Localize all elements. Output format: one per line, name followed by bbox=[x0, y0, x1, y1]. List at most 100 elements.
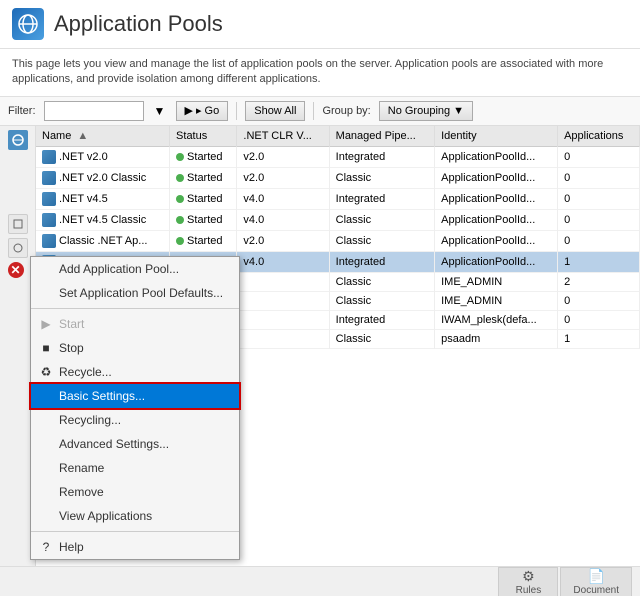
cell-pipeline: Classic bbox=[329, 291, 434, 310]
group-by-button[interactable]: No Grouping ▼ bbox=[379, 101, 473, 121]
group-by-dropdown-icon: ▼ bbox=[453, 105, 464, 117]
cell-clr bbox=[237, 329, 329, 348]
context-menu-item-set-defaults[interactable]: Set Application Pool Defaults... bbox=[31, 281, 239, 305]
cell-name: .NET v2.0 bbox=[36, 146, 170, 167]
filter-label: Filter: bbox=[8, 105, 36, 117]
context-menu-item-advanced-settings[interactable]: Advanced Settings... bbox=[31, 432, 239, 456]
cell-pipeline: Classic bbox=[329, 230, 434, 251]
context-menu-label-advanced-settings: Advanced Settings... bbox=[59, 437, 169, 451]
sidebar-icon-error: ✕ bbox=[8, 262, 28, 282]
cell-clr: v4.0 bbox=[237, 188, 329, 209]
title-bar: Application Pools bbox=[0, 0, 640, 49]
content-area: ✕ Name ▲ Status .NET CLR V... Managed Pi… bbox=[0, 126, 640, 566]
context-menu-label-add-pool: Add Application Pool... bbox=[59, 262, 179, 276]
cell-identity: ApplicationPoolId... bbox=[435, 209, 558, 230]
go-button[interactable]: ▶ ▸ Go bbox=[176, 101, 229, 121]
cell-clr: v2.0 bbox=[237, 230, 329, 251]
app-pool-icon bbox=[42, 171, 56, 185]
cell-clr: v2.0 bbox=[237, 167, 329, 188]
table-header-row: Name ▲ Status .NET CLR V... Managed Pipe… bbox=[36, 126, 640, 147]
cell-pipeline: Integrated bbox=[329, 310, 434, 329]
app-pool-icon bbox=[42, 213, 56, 227]
col-status[interactable]: Status bbox=[170, 126, 237, 147]
table-row[interactable]: Classic .NET Ap...Startedv2.0ClassicAppl… bbox=[36, 230, 640, 251]
context-menu-separator bbox=[31, 531, 239, 532]
context-menu-label-view-applications: View Applications bbox=[59, 509, 152, 523]
col-name[interactable]: Name ▲ bbox=[36, 126, 170, 147]
context-menu-label-help: Help bbox=[59, 540, 84, 554]
context-menu-label-stop: Stop bbox=[59, 341, 84, 355]
context-menu-label-start: Start bbox=[59, 317, 84, 331]
tab-rules[interactable]: ⚙ Rules bbox=[498, 567, 558, 596]
cell-name: .NET v4.5 bbox=[36, 188, 170, 209]
tab-document[interactable]: 📄 Document bbox=[560, 567, 632, 596]
group-by-value: No Grouping bbox=[388, 105, 450, 117]
context-menu-item-rename[interactable]: Rename bbox=[31, 456, 239, 480]
col-pipeline[interactable]: Managed Pipe... bbox=[329, 126, 434, 147]
status-dot bbox=[176, 153, 184, 161]
context-menu-label-remove: Remove bbox=[59, 485, 104, 499]
cell-identity: IWAM_plesk(defa... bbox=[435, 310, 558, 329]
col-clr[interactable]: .NET CLR V... bbox=[237, 126, 329, 147]
cell-identity: ApplicationPoolId... bbox=[435, 188, 558, 209]
col-apps[interactable]: Applications bbox=[558, 126, 640, 147]
bottom-bar: ⚙ Rules 📄 Document bbox=[0, 566, 640, 596]
show-all-button[interactable]: Show All bbox=[245, 101, 305, 121]
context-menu-item-stop[interactable]: ■ Stop bbox=[31, 336, 239, 360]
app-pool-icon bbox=[42, 192, 56, 206]
cell-name: .NET v4.5 Classic bbox=[36, 209, 170, 230]
app-icon bbox=[12, 8, 44, 40]
context-menu-label-recycle: Recycle... bbox=[59, 365, 112, 379]
cell-clr: v4.0 bbox=[237, 251, 329, 272]
context-menu-separator bbox=[31, 308, 239, 309]
toolbar-separator-2 bbox=[313, 102, 314, 120]
bottom-tabs: ⚙ Rules 📄 Document bbox=[498, 567, 632, 596]
status-dot bbox=[176, 195, 184, 203]
toolbar: Filter: ▼ ▶ ▸ Go Show All Group by: No G… bbox=[0, 97, 640, 126]
go-arrow-icon: ▶ bbox=[185, 104, 193, 117]
cell-clr bbox=[237, 310, 329, 329]
page-title: Application Pools bbox=[54, 11, 223, 37]
cell-identity: ApplicationPoolId... bbox=[435, 230, 558, 251]
context-menu-label-rename: Rename bbox=[59, 461, 104, 475]
cell-status: Started bbox=[170, 146, 237, 167]
cell-name: .NET v2.0 Classic bbox=[36, 167, 170, 188]
group-by-label: Group by: bbox=[322, 105, 370, 117]
table-row[interactable]: .NET v4.5 ClassicStartedv4.0ClassicAppli… bbox=[36, 209, 640, 230]
context-menu-item-add-pool[interactable]: Add Application Pool... bbox=[31, 257, 239, 281]
table-row[interactable]: .NET v4.5Startedv4.0IntegratedApplicatio… bbox=[36, 188, 640, 209]
cell-pipeline: Classic bbox=[329, 329, 434, 348]
document-icon: 📄 bbox=[587, 568, 604, 585]
context-menu-item-basic-settings[interactable]: Basic Settings... bbox=[31, 384, 239, 408]
cell-status: Started bbox=[170, 230, 237, 251]
cell-apps: 1 bbox=[558, 251, 640, 272]
context-menu-item-help[interactable]: ?Help bbox=[31, 535, 239, 559]
col-identity[interactable]: Identity bbox=[435, 126, 558, 147]
filter-dropdown-icon[interactable]: ▼ bbox=[152, 103, 168, 119]
context-menu-label-recycling: Recycling... bbox=[59, 413, 121, 427]
cell-identity: psaadm bbox=[435, 329, 558, 348]
context-menu-icon-stop: ■ bbox=[39, 341, 53, 355]
cell-status: Started bbox=[170, 167, 237, 188]
cell-apps: 0 bbox=[558, 209, 640, 230]
context-menu-item-remove[interactable]: Remove bbox=[31, 480, 239, 504]
context-menu-icon-recycle: ♻ bbox=[39, 365, 53, 379]
page-description: This page lets you view and manage the l… bbox=[0, 49, 640, 97]
cell-status: Started bbox=[170, 209, 237, 230]
cell-apps: 0 bbox=[558, 188, 640, 209]
table-row[interactable]: .NET v2.0 ClassicStartedv2.0ClassicAppli… bbox=[36, 167, 640, 188]
filter-input[interactable] bbox=[44, 101, 144, 121]
cell-apps: 1 bbox=[558, 329, 640, 348]
table-row[interactable]: .NET v2.0Startedv2.0IntegratedApplicatio… bbox=[36, 146, 640, 167]
cell-identity: ApplicationPoolId... bbox=[435, 146, 558, 167]
cell-pipeline: Classic bbox=[329, 167, 434, 188]
cell-clr bbox=[237, 272, 329, 291]
cell-identity: ApplicationPoolId... bbox=[435, 167, 558, 188]
status-dot bbox=[176, 174, 184, 182]
context-menu-item-recycle[interactable]: ♻ Recycle... bbox=[31, 360, 239, 384]
context-menu-item-recycling[interactable]: Recycling... bbox=[31, 408, 239, 432]
cell-pipeline: Integrated bbox=[329, 188, 434, 209]
sort-arrow-icon: ▲ bbox=[77, 130, 88, 142]
application-pools-window: Application Pools This page lets you vie… bbox=[0, 0, 640, 596]
context-menu-item-view-applications[interactable]: View Applications bbox=[31, 504, 239, 528]
